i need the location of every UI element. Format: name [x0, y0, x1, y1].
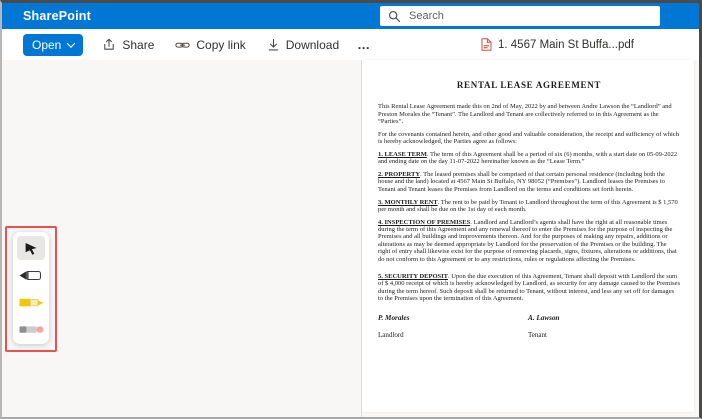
command-bar: Open Share Copy link Download … 1. 4567 … — [2, 29, 699, 60]
signature-role-right: Tenant — [528, 331, 547, 340]
link-icon — [175, 42, 191, 48]
share-button[interactable]: Share — [100, 33, 156, 57]
share-label: Share — [122, 37, 155, 52]
download-icon — [268, 38, 278, 50]
search-icon — [388, 10, 401, 22]
section-lease-term: 1. LEASE TERM. The term of this Agreemen… — [378, 150, 678, 166]
section-monthly-rent: 3. MONTHLY RENT. The rent to be paid by … — [378, 198, 678, 213]
pen-icon — [19, 270, 41, 280]
intro-paragraph: This Rental Lease Agreement made this on… — [378, 103, 672, 125]
signature-right: A. Lawson — [528, 314, 560, 323]
download-label: Download — [285, 37, 340, 52]
chevron-down-icon — [67, 38, 76, 48]
search-box[interactable] — [380, 6, 660, 26]
section-security-deposit: 5. SECURITY DEPOSIT. Upon the due execut… — [378, 272, 680, 302]
signature-block: P. Morales A. Lawson Landlord Tenant — [378, 314, 680, 340]
tool-palette — [13, 232, 49, 344]
sharepoint-logo: SharePoint — [23, 9, 91, 23]
open-button-label: Open — [32, 37, 62, 52]
tool-select-cursor[interactable] — [17, 236, 45, 260]
search-input[interactable] — [409, 10, 652, 22]
tool-eraser[interactable] — [17, 317, 45, 341]
suite-header: SharePoint — [2, 3, 699, 29]
open-button[interactable]: Open — [23, 33, 84, 56]
document-title: RENTAL LEASE AGREEMENT — [456, 80, 602, 90]
viewer-left-panel — [2, 60, 362, 417]
pdf-file-icon — [481, 38, 492, 51]
intro-paragraph: For the covenants contained herein, and … — [378, 130, 679, 146]
section-property: 2. PROPERTY. The leased premises shall b… — [378, 171, 665, 193]
filename-label: 1. 4567 Main St Buffa...pdf — [498, 38, 634, 51]
copy-link-button[interactable]: Copy link — [173, 33, 247, 57]
annotation-highlight-box — [5, 226, 57, 352]
file-tab: 1. 4567 Main St Buffa...pdf — [481, 29, 634, 60]
eraser-icon — [19, 325, 43, 333]
download-button[interactable]: Download — [265, 33, 341, 57]
section-inspection: 4. INSPECTION OF PREMISES. Landlord and … — [378, 218, 677, 263]
cursor-icon — [25, 243, 37, 255]
highlighter-icon — [19, 298, 43, 306]
share-icon — [104, 38, 115, 50]
tool-pen[interactable] — [17, 263, 45, 287]
copy-link-label: Copy link — [196, 37, 246, 52]
sharepoint-window: SharePoint Open Share — [0, 0, 702, 419]
more-commands-button[interactable]: … — [355, 33, 373, 57]
signature-left: P. Morales — [378, 314, 410, 323]
signature-role-left: Landlord — [378, 331, 404, 340]
ellipsis-icon: … — [357, 37, 372, 52]
viewer-content: RENTAL LEASE AGREEMENT This Rental Lease… — [2, 60, 699, 417]
tool-highlighter[interactable] — [17, 290, 45, 314]
document-page: RENTAL LEASE AGREEMENT This Rental Lease… — [362, 60, 694, 412]
